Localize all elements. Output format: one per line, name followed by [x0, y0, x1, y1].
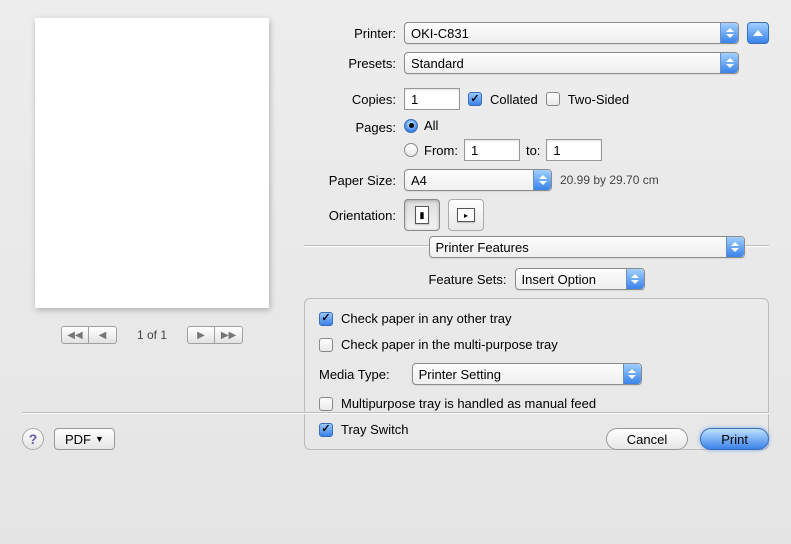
pages-to-label: to: [526, 143, 540, 158]
select-arrows-icon [533, 170, 551, 190]
copies-label: Copies: [304, 92, 396, 107]
orientation-label: Orientation: [304, 208, 396, 223]
help-button[interactable]: ? [22, 428, 44, 450]
orientation-landscape-button[interactable]: ▸ [448, 199, 484, 231]
check-other-tray-checkbox[interactable] [319, 312, 333, 326]
paper-dimensions: 20.99 by 29.70 cm [560, 173, 659, 187]
landscape-icon: ▸ [457, 208, 475, 222]
pages-all-label: All [424, 118, 438, 133]
print-button[interactable]: Print [700, 428, 769, 450]
two-sided-checkbox[interactable] [546, 92, 560, 106]
paper-size-select[interactable]: A4 [404, 169, 552, 191]
check-multipurpose-checkbox[interactable] [319, 338, 333, 352]
pages-from-input[interactable]: 1 [464, 139, 520, 161]
printer-label: Printer: [304, 26, 396, 41]
select-arrows-icon [720, 23, 738, 43]
pages-label: Pages: [304, 118, 396, 135]
media-type-value: Printer Setting [419, 367, 501, 382]
dropdown-triangle-icon: ▼ [95, 434, 104, 444]
collapse-button[interactable] [747, 22, 769, 44]
select-arrows-icon [726, 237, 744, 257]
next-page-button[interactable]: ▶ [187, 326, 215, 344]
prev-page-button[interactable]: ◀ [89, 326, 117, 344]
orientation-portrait-button[interactable]: ▮ [404, 199, 440, 231]
feature-sets-label: Feature Sets: [428, 272, 506, 287]
presets-select[interactable]: Standard [404, 52, 739, 74]
pdf-label: PDF [65, 432, 91, 447]
portrait-icon: ▮ [415, 206, 429, 224]
collated-label: Collated [490, 92, 538, 107]
last-page-button[interactable]: ▶▶ [215, 326, 243, 344]
check-other-tray-label: Check paper in any other tray [341, 311, 512, 326]
print-section-value: Printer Features [436, 240, 529, 255]
printer-select[interactable]: OKI-C831 [404, 22, 739, 44]
pages-to-input[interactable]: 1 [546, 139, 602, 161]
page-indicator: 1 of 1 [137, 328, 167, 342]
presets-value: Standard [411, 56, 464, 71]
collated-checkbox[interactable] [468, 92, 482, 106]
manual-feed-checkbox[interactable] [319, 397, 333, 411]
manual-feed-label: Multipurpose tray is handled as manual f… [341, 396, 596, 411]
pdf-menu-button[interactable]: PDF ▼ [54, 428, 115, 450]
copies-input[interactable]: 1 [404, 88, 460, 110]
two-sided-label: Two-Sided [568, 92, 629, 107]
feature-sets-value: Insert Option [522, 272, 596, 287]
cancel-button[interactable]: Cancel [606, 428, 688, 450]
paper-size-value: A4 [411, 173, 427, 188]
pages-all-radio[interactable] [404, 119, 418, 133]
printer-value: OKI-C831 [411, 26, 469, 41]
print-section-select[interactable]: Printer Features [429, 236, 745, 258]
media-type-select[interactable]: Printer Setting [412, 363, 642, 385]
presets-label: Presets: [304, 56, 396, 71]
pages-range-radio[interactable] [404, 143, 418, 157]
select-arrows-icon [623, 364, 641, 384]
select-arrows-icon [626, 269, 644, 289]
preview-page [35, 18, 269, 308]
first-page-button[interactable]: ◀◀ [61, 326, 89, 344]
media-type-label: Media Type: [319, 367, 390, 382]
paper-size-label: Paper Size: [304, 173, 396, 188]
select-arrows-icon [720, 53, 738, 73]
preview-panel: ◀◀ ◀ 1 of 1 ▶ ▶▶ [22, 18, 282, 450]
feature-sets-select[interactable]: Insert Option [515, 268, 645, 290]
check-multipurpose-label: Check paper in the multi-purpose tray [341, 337, 558, 352]
pages-from-label: From: [424, 143, 458, 158]
